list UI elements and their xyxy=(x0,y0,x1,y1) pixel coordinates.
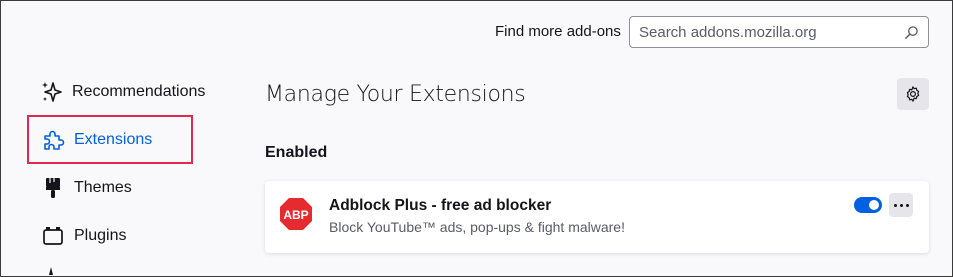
sidebar-item-label: Recommendations xyxy=(72,83,206,100)
ellipsis-dot xyxy=(893,203,897,207)
sidebar-item-themes[interactable]: Themes xyxy=(31,166,191,210)
sidebar-item-label: Themes xyxy=(74,179,132,196)
page-title: Manage Your Extensions xyxy=(265,82,526,107)
sidebar-item-plugins[interactable]: Plugins xyxy=(31,214,191,258)
paintbrush-icon xyxy=(40,175,66,201)
toggle-knob xyxy=(869,200,879,210)
gear-icon xyxy=(906,86,920,102)
ellipsis-dot xyxy=(905,203,909,207)
more-options-button[interactable] xyxy=(889,193,913,217)
addons-manager-window: Find more add-ons Recommendations xyxy=(0,0,953,277)
extension-description: Block YouTube™ ads, pop-ups & fight malw… xyxy=(329,219,625,235)
extension-card[interactable]: ABP Adblock Plus - free ad blocker Block… xyxy=(265,181,929,253)
tools-gear-button[interactable] xyxy=(897,78,929,110)
partial-sidebar-icon xyxy=(49,267,53,275)
search-input[interactable] xyxy=(630,18,890,46)
adblock-plus-logo-icon: ABP xyxy=(280,198,312,230)
extensions-highlight-box xyxy=(27,115,193,164)
enabled-section-title: Enabled xyxy=(265,144,328,161)
sidebar-item-label: Plugins xyxy=(74,227,127,244)
ellipsis-dot xyxy=(899,203,903,207)
logo-text: ABP xyxy=(283,208,308,222)
sparkle-icon xyxy=(40,79,64,105)
extension-enable-toggle[interactable] xyxy=(854,197,882,213)
sidebar-item-recommendations[interactable]: Recommendations xyxy=(31,70,205,114)
find-more-addons-label: Find more add-ons xyxy=(495,23,621,40)
plugin-icon xyxy=(40,223,66,249)
extension-name[interactable]: Adblock Plus - free ad blocker xyxy=(329,197,551,215)
search-icon[interactable] xyxy=(904,25,919,40)
search-addons-box[interactable] xyxy=(629,16,929,48)
